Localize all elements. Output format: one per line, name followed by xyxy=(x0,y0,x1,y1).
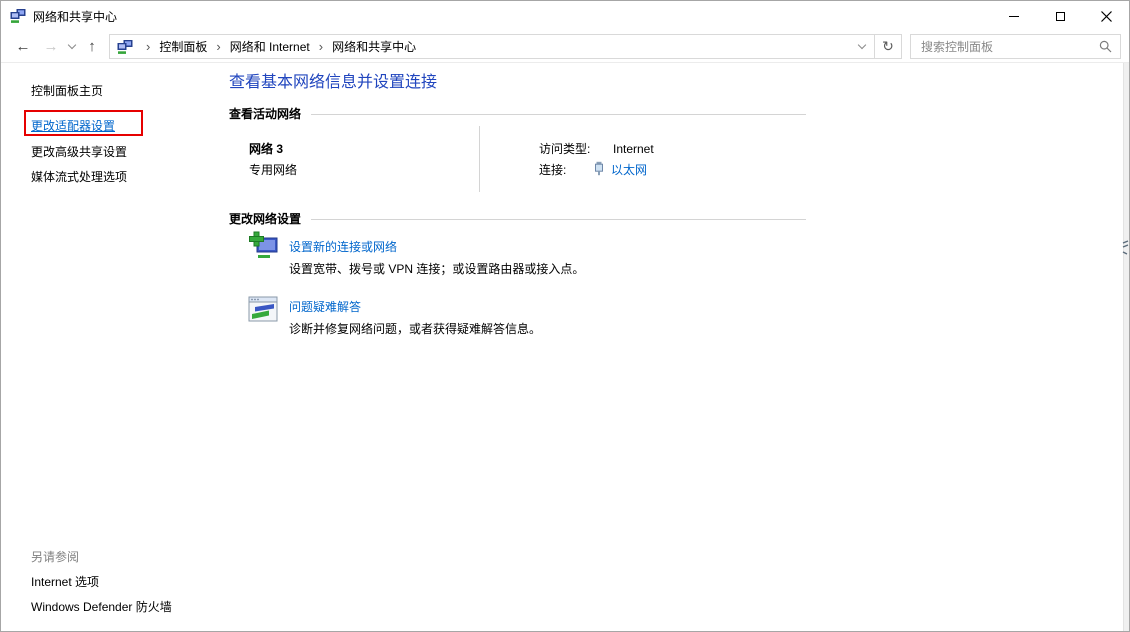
troubleshoot-icon xyxy=(248,294,278,328)
active-networks-section-header: 查看活动网络 xyxy=(229,106,806,122)
page-title: 查看基本网络信息并设置连接 xyxy=(229,73,437,93)
sidebar-item-change-adapter-settings[interactable]: 更改适配器设置 xyxy=(31,118,115,134)
scrollbar[interactable] xyxy=(1123,63,1129,631)
window-title: 网络和共享中心 xyxy=(33,8,117,25)
up-button[interactable]: ↑ xyxy=(79,34,105,60)
change-settings-label: 更改网络设置 xyxy=(229,211,301,227)
maximize-button[interactable] xyxy=(1037,1,1083,31)
new-connection-icon xyxy=(247,231,279,267)
chevron-down-icon xyxy=(68,40,76,48)
navigation-bar: ← → ↑ › 控制面板 › 网络和 Internet › 网络和共享中心 xyxy=(1,31,1129,63)
title-bar: 网络和共享中心 xyxy=(1,1,1129,31)
troubleshoot-problems-link[interactable]: 问题疑难解答 xyxy=(289,299,361,315)
sidebar-item-windows-defender-firewall[interactable]: Windows Defender 防火墙 xyxy=(31,599,172,615)
edge-overlay-artifact xyxy=(1122,239,1129,259)
chevron-down-icon xyxy=(858,40,866,48)
breadcrumb-network-internet[interactable]: 网络和 Internet xyxy=(228,38,312,55)
minimize-icon xyxy=(1009,16,1019,17)
setup-new-connection-link[interactable]: 设置新的连接或网络 xyxy=(289,239,397,255)
setup-new-connection-description: 设置宽带、拨号或 VPN 连接；或设置路由器或接入点。 xyxy=(289,261,584,277)
section-divider-line xyxy=(311,219,806,220)
maximize-icon xyxy=(1056,12,1065,21)
troubleshoot-problems-description: 诊断并修复网络问题，或者获得疑难解答信息。 xyxy=(289,321,541,337)
network-type: 专用网络 xyxy=(249,162,297,178)
caption-buttons xyxy=(991,1,1129,31)
network-name: 网络 3 xyxy=(249,141,283,157)
see-also-heading: 另请参阅 xyxy=(31,549,79,565)
sidebar-item-advanced-sharing-settings[interactable]: 更改高级共享设置 xyxy=(31,144,127,160)
connection-ethernet-link[interactable]: 以太网 xyxy=(611,162,647,178)
network-sharing-center-window: 网络和共享中心 ← → ↑ › 控制面板 xyxy=(0,0,1130,632)
back-button[interactable]: ← xyxy=(9,34,37,60)
refresh-button[interactable]: ↻ xyxy=(874,35,901,58)
forward-button[interactable]: → xyxy=(37,34,65,60)
network-panel-divider xyxy=(479,126,480,192)
content-area: 控制面板主页 更改适配器设置 更改高级共享设置 媒体流式处理选项 另请参阅 In… xyxy=(1,63,1129,631)
address-bar[interactable]: › 控制面板 › 网络和 Internet › 网络和共享中心 ↻ xyxy=(109,34,902,59)
search-icon xyxy=(1099,40,1112,53)
recent-locations-button[interactable] xyxy=(65,34,79,60)
breadcrumb-control-panel[interactable]: 控制面板 xyxy=(157,38,209,55)
sidebar-item-internet-options[interactable]: Internet 选项 xyxy=(31,574,99,590)
address-dropdown-button[interactable] xyxy=(850,35,874,58)
access-type-value: Internet xyxy=(613,141,654,157)
search-box xyxy=(910,34,1121,59)
access-type-label: 访问类型: xyxy=(539,141,590,157)
minimize-button[interactable] xyxy=(991,1,1037,31)
breadcrumb-network-sharing-center[interactable]: 网络和共享中心 xyxy=(330,38,418,55)
close-icon xyxy=(1101,11,1112,22)
close-button[interactable] xyxy=(1083,1,1129,31)
location-network-icon xyxy=(117,39,133,55)
sidebar-item-media-streaming-options[interactable]: 媒体流式处理选项 xyxy=(31,169,127,185)
breadcrumb-separator: › xyxy=(209,39,227,54)
section-divider-line xyxy=(311,114,806,115)
search-input[interactable] xyxy=(911,40,1099,54)
sidebar-item-control-panel-home[interactable]: 控制面板主页 xyxy=(31,83,103,99)
active-networks-label: 查看活动网络 xyxy=(229,106,301,122)
change-settings-section-header: 更改网络设置 xyxy=(229,211,806,227)
breadcrumb-separator: › xyxy=(139,39,157,54)
network-app-icon xyxy=(10,8,26,24)
connection-label: 连接: xyxy=(539,162,566,178)
breadcrumb-separator: › xyxy=(312,39,330,54)
ethernet-icon xyxy=(593,161,605,180)
